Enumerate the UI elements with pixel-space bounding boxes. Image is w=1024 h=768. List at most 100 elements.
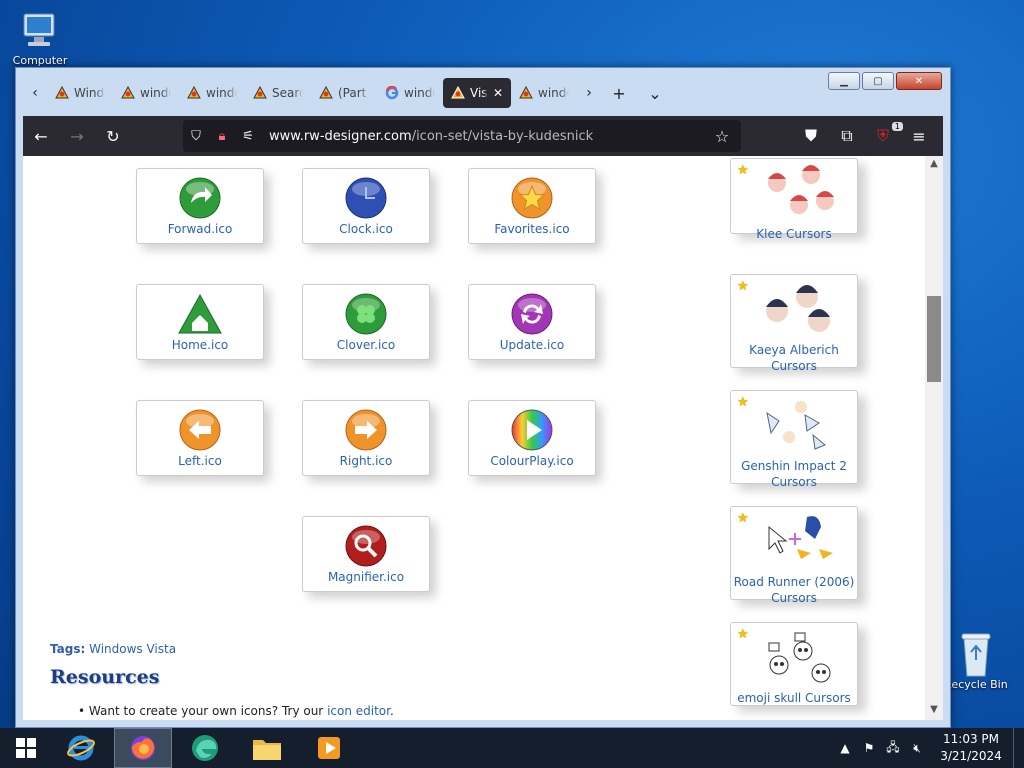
network-icon[interactable]: 🖧︎: [881, 738, 905, 759]
new-tab-icon[interactable]: +: [601, 84, 637, 103]
toolbar-right: ⛊ ⧉ ⛨ 1 ≡: [793, 120, 937, 152]
reload-icon[interactable]: ↻: [95, 120, 131, 152]
tab-scroll-right-icon[interactable]: ›: [577, 85, 601, 101]
star-icon: ★: [737, 395, 749, 410]
icon-caption: Right.ico: [339, 454, 393, 468]
bookmark-star-icon[interactable]: ☆: [709, 127, 735, 146]
taskbar-firefox[interactable]: [114, 728, 172, 768]
icon-card-colourplay[interactable]: ColourPlay.ico: [468, 400, 596, 476]
taskbar-media-player[interactable]: [300, 728, 358, 768]
back-icon[interactable]: ←: [23, 120, 59, 152]
windows-logo-icon: [16, 738, 36, 758]
permissions-icon[interactable]: ⚟: [235, 129, 261, 144]
start-button[interactable]: [0, 728, 52, 768]
taskbar-edge[interactable]: [176, 728, 234, 768]
window-controls: ▁ ▢ ✕: [828, 72, 942, 90]
recycle-bin-icon: [956, 630, 996, 678]
related-set-caption: emoji skull Cursors: [737, 691, 851, 705]
tab-scroll-left-icon[interactable]: ‹: [23, 85, 47, 101]
icon-caption: Clock.ico: [339, 222, 393, 236]
ublock-icon[interactable]: ⛨ 1: [865, 120, 903, 152]
rainbow-play-icon: [511, 409, 553, 451]
related-set-emoji-skull[interactable]: ★ emoji skull Cursors: [730, 622, 858, 706]
computer-icon: [18, 10, 62, 54]
tab-label: windo: [538, 86, 569, 100]
icon-card-magnifier[interactable]: Magnifier.ico: [302, 516, 430, 592]
forward-icon[interactable]: →: [59, 120, 95, 152]
clock-time: 11:03 PM: [943, 732, 999, 746]
taskbar-internet-explorer[interactable]: [52, 728, 110, 768]
icon-card-update[interactable]: Update.ico: [468, 284, 596, 360]
system-tray: ▲ ⚑ 🖧︎ 🔇︎ 11:03 PM 3/21/2024: [833, 728, 1024, 768]
scroll-thumb[interactable]: [927, 296, 941, 382]
icon-card-home[interactable]: Home.ico: [136, 284, 264, 360]
tags-label: Tags:: [50, 642, 86, 656]
star-icon: ★: [737, 279, 749, 294]
icon-caption: Forwad.ico: [167, 222, 233, 236]
green-home-icon: [178, 293, 222, 334]
extension-badge: 1: [891, 122, 903, 131]
tab-5[interactable]: windo: [377, 78, 443, 108]
close-tab-icon[interactable]: ✕: [493, 86, 503, 100]
resources-heading: Resources: [50, 666, 160, 688]
maximize-button[interactable]: ▢: [862, 72, 894, 90]
page-scrollbar[interactable]: ▲ ▼: [925, 156, 943, 720]
icon-card-right[interactable]: Right.ico: [302, 400, 430, 476]
close-window-button[interactable]: ✕: [896, 72, 942, 90]
related-set-road-runner[interactable]: ★ Road Runner (2006) Cursors: [730, 506, 858, 605]
scroll-up-icon[interactable]: ▲: [928, 158, 940, 169]
kaeya-cursors-icon: [766, 285, 830, 332]
related-set-caption: Genshin Impact 2 Cursors: [741, 459, 847, 489]
related-set-caption: Klee Cursors: [756, 227, 832, 241]
taskbar-file-explorer[interactable]: [238, 728, 296, 768]
icon-caption: Magnifier.ico: [327, 570, 405, 584]
tab-3[interactable]: Searcl: [245, 78, 311, 108]
show-desktop-button[interactable]: [1013, 728, 1024, 768]
tab-label: Searcl: [272, 86, 303, 100]
list-all-tabs-icon[interactable]: ⌄: [637, 84, 673, 103]
tag-link-windows-vista[interactable]: Windows Vista: [89, 642, 176, 656]
tab-2[interactable]: windo: [179, 78, 245, 108]
icon-caption: Left.ico: [178, 454, 222, 468]
page-content: Forwad.ico Clock.ico Favorites.ico Home.…: [23, 156, 943, 720]
tab-1[interactable]: windo: [113, 78, 179, 108]
icon-card-clover[interactable]: Clover.ico: [302, 284, 430, 360]
menu-icon[interactable]: ≡: [901, 120, 937, 152]
volume-muted-icon[interactable]: 🔇︎: [905, 741, 929, 756]
navigation-toolbar: ← → ↻ ⛉ 🔒︎ ⚟ www.rw-designer.com/icon-se…: [23, 116, 943, 156]
icon-card-left[interactable]: Left.ico: [136, 400, 264, 476]
related-set-caption: Road Runner (2006) Cursors: [733, 575, 855, 605]
icon-card-clock[interactable]: Clock.ico: [302, 168, 430, 244]
tab-4[interactable]: (Part 4: [311, 78, 377, 108]
icon-caption: Favorites.ico: [494, 222, 570, 236]
tab-6-active[interactable]: Vis ✕: [443, 78, 511, 108]
orange-star-icon: [511, 177, 553, 219]
action-center-flag-icon[interactable]: ⚑: [857, 741, 881, 755]
tab-0[interactable]: Windo: [47, 78, 113, 108]
folder-icon: [253, 740, 281, 760]
related-set-genshin[interactable]: ★ Genshin Impact 2 Cursors: [730, 390, 858, 489]
show-hidden-icons-icon[interactable]: ▲: [833, 741, 857, 755]
related-set-kaeya[interactable]: ★ Kaeya Alberich Cursors: [730, 274, 858, 373]
blue-clock-icon: [345, 177, 387, 219]
lock-icon[interactable]: 🔒︎: [209, 129, 235, 144]
desktop-icon-computer[interactable]: Computer: [0, 10, 80, 67]
url-text: www.rw-designer.com/icon-set/vista-by-ku…: [269, 129, 593, 144]
pocket-icon[interactable]: ⛊: [793, 120, 829, 152]
clock[interactable]: 11:03 PM 3/21/2024: [929, 731, 1013, 765]
road-runner-cursors-icon: [768, 516, 833, 559]
related-set-klee[interactable]: ★ Klee Cursors: [730, 158, 858, 241]
star-icon: ★: [737, 163, 749, 178]
scroll-down-icon[interactable]: ▼: [928, 704, 940, 715]
shield-icon[interactable]: ⛉: [183, 129, 209, 144]
extensions-icon[interactable]: ⧉: [829, 120, 865, 152]
icon-editor-link[interactable]: icon editor: [327, 704, 390, 718]
icon-caption: Home.ico: [171, 338, 229, 352]
related-set-caption: Kaeya Alberich Cursors: [749, 343, 839, 373]
url-bar[interactable]: ⛉ 🔒︎ ⚟ www.rw-designer.com/icon-set/vist…: [183, 120, 741, 152]
icon-card-favorites[interactable]: Favorites.ico: [468, 168, 596, 244]
rw-logo-icon: [121, 86, 135, 99]
orange-left-icon: [179, 409, 221, 451]
tab-7[interactable]: windo: [511, 78, 577, 108]
icon-card-forward[interactable]: Forwad.ico: [136, 168, 264, 244]
